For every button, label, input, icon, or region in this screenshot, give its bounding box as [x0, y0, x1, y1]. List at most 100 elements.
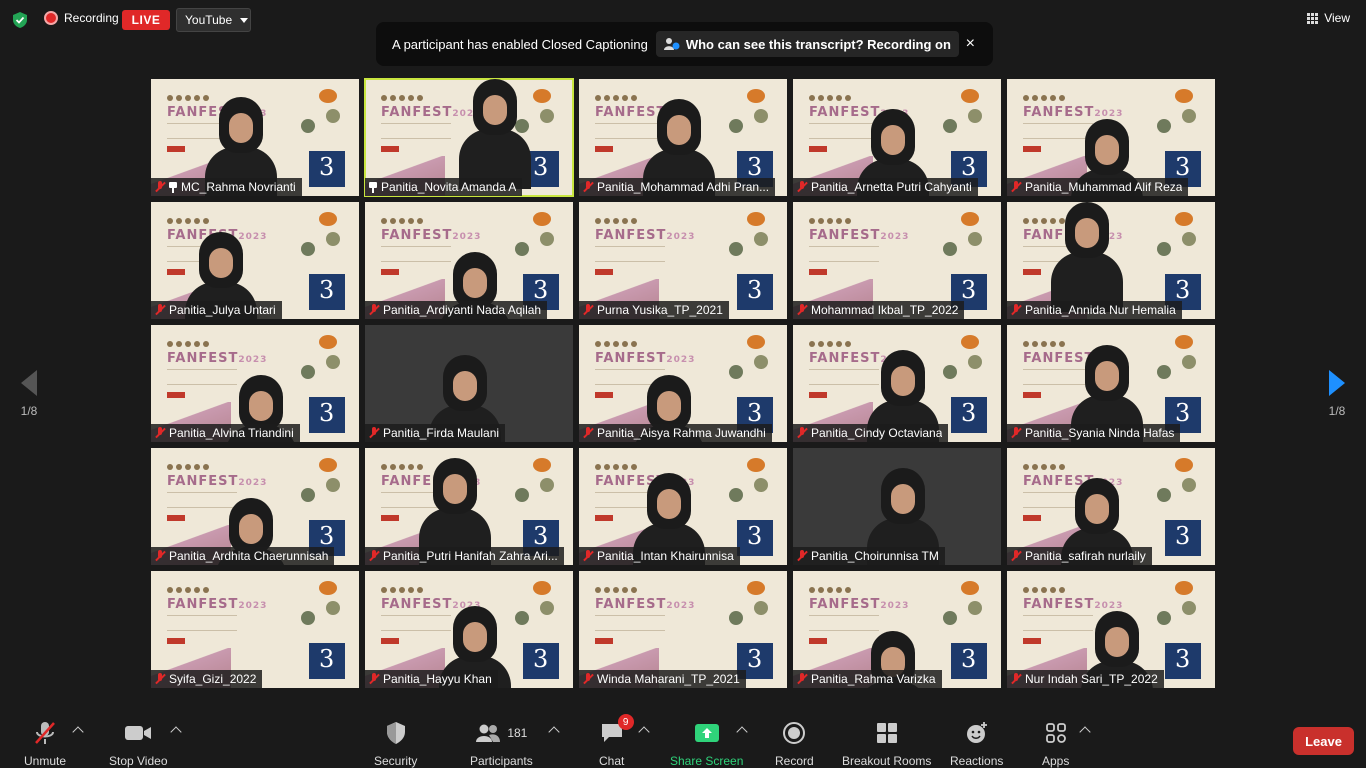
unmute-button[interactable]: Unmute — [24, 720, 66, 768]
stop-video-button[interactable]: Stop Video — [109, 720, 168, 768]
previous-page-button[interactable]: 1/8 — [14, 370, 44, 418]
orange-fruit-decoration — [1175, 212, 1193, 226]
microphone-muted-icon — [583, 673, 593, 685]
participant-tile[interactable]: FANFEST2023 Panitia_Rahma Varizka — [793, 571, 1001, 688]
participant-name-label: Panitia_Choirunnisa TM — [793, 547, 945, 565]
participant-tile[interactable]: FANFEST2023 Nur Indah Sari_TP_2022 — [1007, 571, 1215, 688]
banner-title: FANFEST2023 — [1023, 597, 1124, 612]
sponsor-logos — [809, 587, 851, 593]
participant-tile[interactable]: FANFEST2023Panitia_Putri Hanifah Zahra A… — [365, 448, 573, 565]
microphone-muted-icon — [369, 550, 379, 562]
participant-tile[interactable]: FANFEST2023Panitia_Arnetta Putri Cahyant… — [793, 79, 1001, 196]
participant-tile[interactable]: FANFEST2023 Winda Maharani_TP_2021 — [579, 571, 787, 688]
security-label: Security — [374, 754, 418, 768]
recording-indicator[interactable]: Recording — [44, 11, 119, 25]
banner-sponsor-badge — [167, 146, 185, 152]
participant-name: Panitia_Mohammad Adhi Pran... — [597, 180, 770, 194]
leaf-decoration — [540, 232, 554, 246]
participant-name: Panitia_Hayyu Khan — [383, 672, 492, 686]
apps-options-chevron-icon[interactable] — [1079, 726, 1091, 738]
view-button[interactable]: View — [1307, 11, 1350, 25]
leaf-decoration — [540, 601, 554, 615]
close-icon[interactable]: × — [966, 35, 975, 53]
banner-tagline — [381, 123, 451, 139]
participant-tile[interactable]: FANFEST2023 Syifa_Gizi_2022 — [151, 571, 359, 688]
participant-name-label: Panitia_Hayyu Khan — [365, 670, 498, 688]
participant-tile[interactable]: FANFEST2023Panitia_Julya Untari — [151, 202, 359, 319]
microphone-muted-icon — [1011, 673, 1021, 685]
leaf-decoration — [1157, 119, 1171, 133]
banner-sponsor-badge — [595, 269, 613, 275]
leaf-decoration — [540, 109, 554, 123]
participant-tile[interactable]: FANFEST2023Panitia_Annida Nur Hemalia — [1007, 202, 1215, 319]
participant-name-label: Panitia_Annida Nur Hemalia — [1007, 301, 1182, 319]
participant-tile[interactable]: FANFEST2023Panitia_Novita Amanda A — [364, 78, 574, 197]
participant-tile[interactable]: FANFEST2023 Panitia_Alvina Triandini — [151, 325, 359, 442]
participant-tile[interactable]: FANFEST2023Panitia_Cindy Octaviana — [793, 325, 1001, 442]
anniversary-logo — [523, 643, 559, 679]
chat-options-chevron-icon[interactable] — [638, 726, 650, 738]
live-badge: LIVE — [122, 10, 170, 30]
encryption-shield-icon[interactable] — [11, 11, 29, 29]
participant-name: Purna Yusika_TP_2021 — [597, 303, 723, 317]
banner-sponsor-badge — [595, 638, 613, 644]
participant-tile[interactable]: FANFEST2023Panitia_Syania Ninda Hafas — [1007, 325, 1215, 442]
banner-tagline — [809, 246, 879, 262]
banner-tagline — [167, 369, 237, 385]
participants-button[interactable]: 181 Participants — [470, 720, 533, 768]
audio-options-chevron-icon[interactable] — [72, 726, 84, 738]
leave-button[interactable]: Leave — [1293, 727, 1354, 755]
participant-tile[interactable]: FANFEST2023Panitia_Mohammad Adhi Pran... — [579, 79, 787, 196]
chat-button[interactable]: 9 Chat — [599, 714, 634, 768]
participant-tile[interactable]: Panitia_Choirunnisa TM — [793, 448, 1001, 565]
participant-tile[interactable]: FANFEST2023 Mohammad Ikbal_TP_2022 — [793, 202, 1001, 319]
caret-down-icon — [240, 17, 249, 23]
sponsor-logos — [381, 464, 423, 470]
banner-tagline — [1023, 615, 1093, 631]
caption-notice-banner: A participant has enabled Closed Caption… — [376, 22, 993, 66]
participant-tile[interactable]: FANFEST2023 Panitia_Muhammad Alif Reza — [1007, 79, 1215, 196]
participant-name: Panitia_Putri Hanifah Zahra Ari... — [383, 549, 558, 563]
participant-tile[interactable]: Panitia_Firda Maulani — [365, 325, 573, 442]
reactions-button[interactable]: Reactions — [950, 720, 1003, 768]
sponsor-logos — [381, 587, 423, 593]
leaf-decoration — [968, 355, 982, 369]
banner-sponsor-badge — [809, 269, 827, 275]
orange-fruit-decoration — [533, 458, 551, 472]
orange-fruit-decoration — [961, 89, 979, 103]
leaf-decoration — [754, 601, 768, 615]
participant-tile[interactable]: FANFEST2023 Panitia_Ardiyanti Nada Aqilah — [365, 202, 573, 319]
video-options-chevron-icon[interactable] — [170, 726, 182, 738]
participants-options-chevron-icon[interactable] — [548, 726, 560, 738]
record-button[interactable]: Record — [775, 720, 814, 768]
banner-tagline — [381, 615, 451, 631]
participant-tile[interactable]: FANFEST2023Panitia_Hayyu Khan — [365, 571, 573, 688]
banner-sponsor-badge — [381, 515, 399, 521]
share-screen-button[interactable]: Share Screen — [670, 720, 743, 768]
next-page-button[interactable]: 1/8 — [1322, 370, 1352, 418]
sponsor-logos — [595, 218, 637, 224]
banner-sponsor-badge — [595, 146, 613, 152]
apps-button[interactable]: Apps — [1042, 720, 1069, 768]
participant-tile[interactable]: FANFEST2023MC_Rahma Novrianti — [151, 79, 359, 196]
stream-target-dropdown[interactable]: YouTube — [176, 8, 251, 32]
leaf-decoration — [1182, 355, 1196, 369]
transcript-visibility-link[interactable]: Who can see this transcript? Recording o… — [655, 31, 959, 57]
banner-sponsor-badge — [809, 638, 827, 644]
participant-tile[interactable]: FANFEST2023 Panitia_Ardhita Chaerunnisah — [151, 448, 359, 565]
page-indicator-right: 1/8 — [1328, 404, 1346, 418]
banner-sponsor-badge — [1023, 269, 1041, 275]
participant-tile[interactable]: FANFEST2023 Panitia_Aisya Rahma Juwandhi — [579, 325, 787, 442]
security-button[interactable]: Security — [374, 720, 417, 768]
leaf-decoration — [1157, 488, 1171, 502]
participant-tile[interactable]: FANFEST2023 Purna Yusika_TP_2021 — [579, 202, 787, 319]
leaf-decoration — [326, 601, 340, 615]
participant-tile[interactable]: FANFEST2023Panitia_Intan Khairunnisa — [579, 448, 787, 565]
orange-fruit-decoration — [961, 581, 979, 595]
participant-tile[interactable]: FANFEST2023Panitia_safirah nurlaily — [1007, 448, 1215, 565]
banner-title: FANFEST2023 — [595, 351, 696, 366]
leaf-decoration — [1157, 242, 1171, 256]
orange-fruit-decoration — [1175, 581, 1193, 595]
breakout-rooms-button[interactable]: Breakout Rooms — [842, 720, 931, 768]
leaf-decoration — [301, 611, 315, 625]
